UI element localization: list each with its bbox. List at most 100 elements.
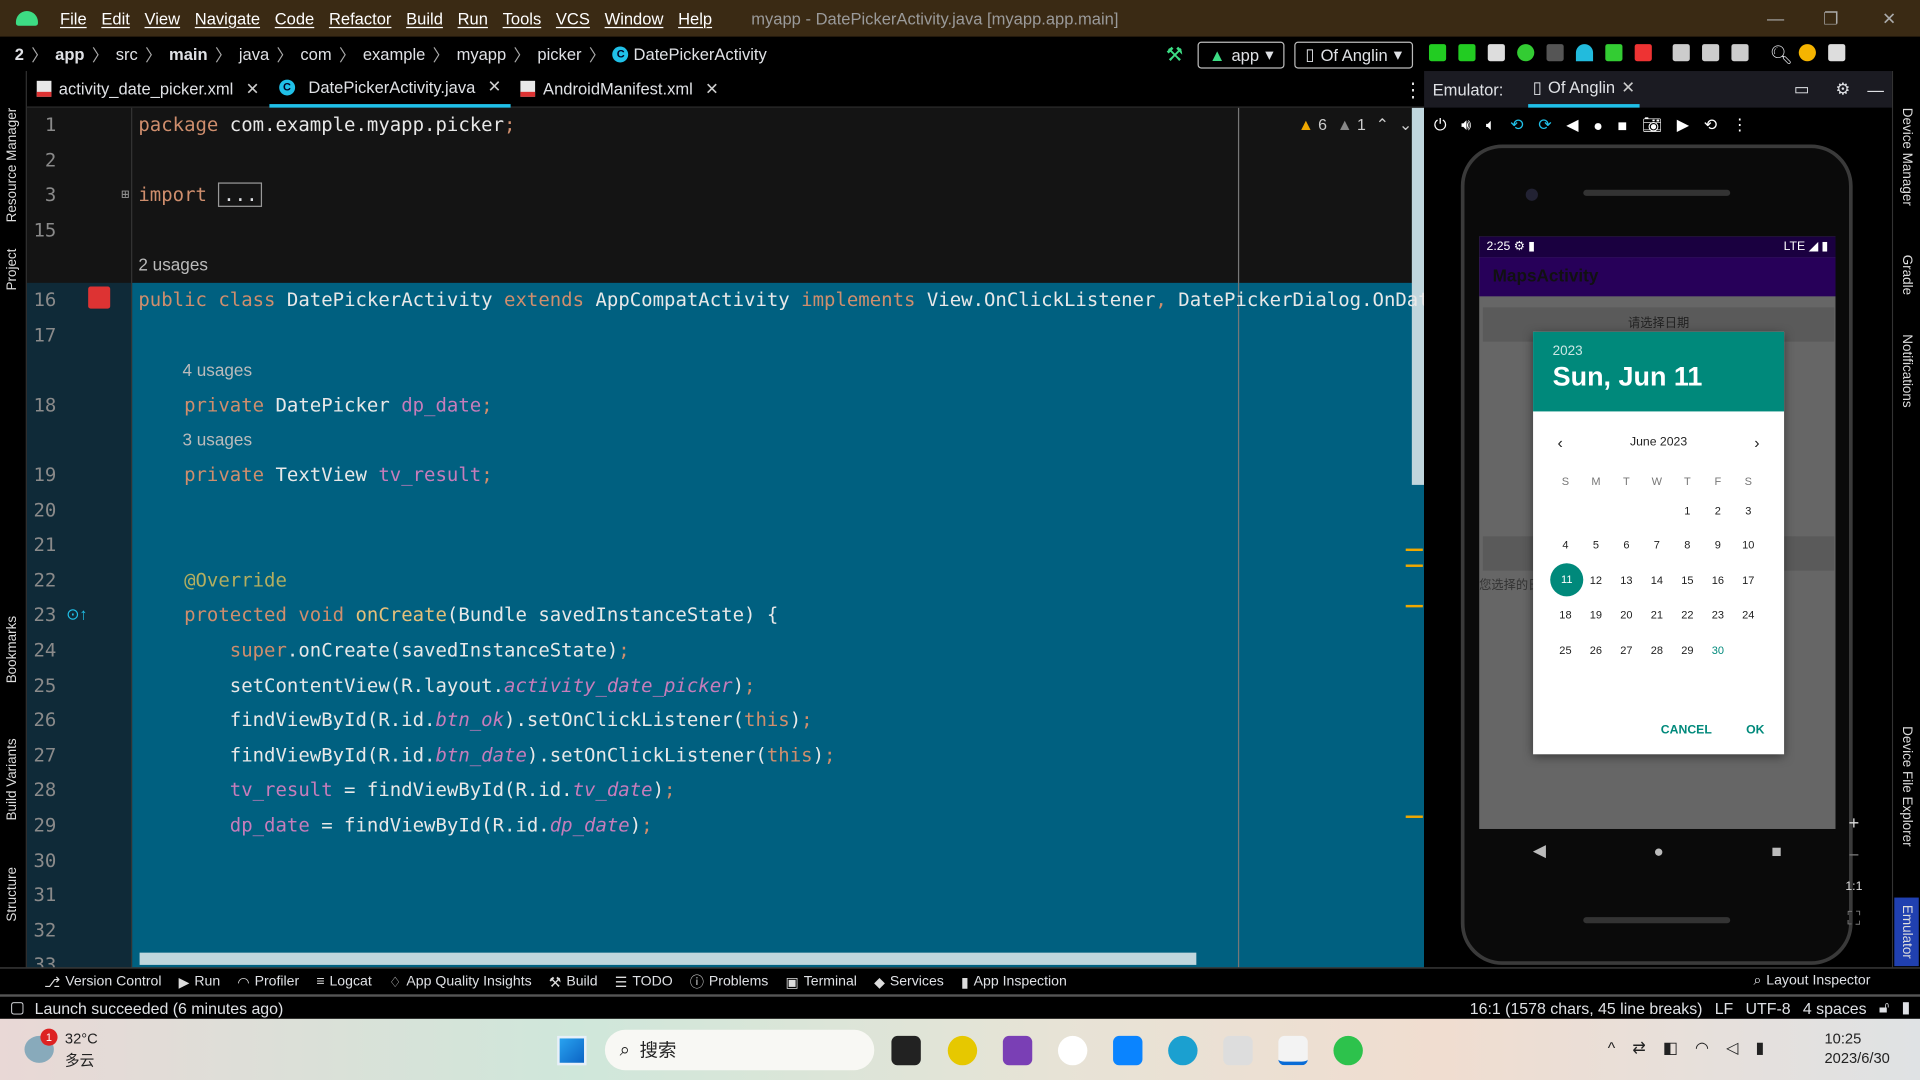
calendar-day[interactable]: 15 (1672, 563, 1702, 598)
calendar-day[interactable]: 17 (1733, 563, 1763, 598)
menu-help[interactable]: Help (678, 9, 712, 27)
search-icon[interactable]: 🔍︎ (1769, 44, 1792, 66)
tool-problems[interactable]: ⓘ Problems (690, 972, 768, 992)
calendar-day[interactable]: 10 (1733, 528, 1763, 563)
calendar-day[interactable]: 26 (1581, 633, 1611, 668)
tab-androidmanifest-xml[interactable]: AndroidManifest.xml ✕ (511, 70, 729, 107)
temperature[interactable]: 32°C (65, 1030, 98, 1047)
menu-window[interactable]: Window (605, 9, 664, 27)
breadcrumb-item[interactable]: main (169, 45, 208, 63)
breadcrumb-item[interactable]: example (363, 45, 425, 63)
breadcrumb-item[interactable]: myapp (457, 45, 507, 63)
apply-changes-icon[interactable] (1429, 44, 1447, 62)
back-icon[interactable]: ◀ (1533, 840, 1546, 861)
taskbar-search[interactable]: ⌕ 搜索 (604, 1029, 875, 1071)
phone-link-icon[interactable] (1113, 1035, 1143, 1066)
tool-window-resource-manager[interactable]: Resource Manager (5, 108, 20, 223)
tool-window-notifications[interactable]: Notifications (1899, 334, 1914, 407)
update-icon[interactable] (1798, 44, 1817, 62)
menu-vcs[interactable]: VCS (556, 9, 590, 27)
calendar-day[interactable]: 12 (1581, 563, 1611, 598)
tool-version-control[interactable]: ⎇ Version Control (44, 973, 161, 990)
volume-up-icon[interactable]: 🔊︎ (1461, 115, 1471, 135)
account-avatar[interactable] (1828, 44, 1846, 62)
run-config-dropdown[interactable]: ▲ app ▾ (1197, 41, 1285, 69)
build-hammer-icon[interactable]: ⚒ (1166, 43, 1184, 67)
phone-screen[interactable]: 2:25 ⚙ ▮ LTE ◢ ▮ MapsActivity 请选择日期 您选择的日… (1479, 236, 1836, 829)
calendar-day[interactable]: 4 (1550, 528, 1580, 563)
weather-text[interactable]: 多云 (65, 1049, 94, 1070)
fit-screen-icon[interactable]: ⛶ (1840, 904, 1867, 936)
picker-year[interactable]: 2023 (1553, 344, 1765, 359)
tool-window-device-manager[interactable]: Device Manager (1899, 108, 1914, 206)
home-icon[interactable]: ● (1654, 841, 1664, 861)
breadcrumb-item[interactable]: picker (537, 45, 581, 63)
tool-window-emulator[interactable]: Emulator (1894, 897, 1919, 967)
close-icon[interactable]: ✕ (705, 79, 719, 99)
rotate-left-icon[interactable]: ⟲ (1510, 115, 1523, 135)
stop-icon[interactable] (1634, 44, 1652, 62)
close-window-button[interactable]: ✕ (1882, 9, 1896, 30)
device-manager-icon[interactable] (1702, 44, 1720, 62)
caret-position[interactable]: 16:1 (1578 chars, 45 line breaks) (1470, 999, 1703, 1017)
breadcrumb-item[interactable]: app (55, 45, 84, 63)
calendar-day[interactable]: 29 (1672, 633, 1702, 668)
sync-icon[interactable] (1487, 44, 1505, 62)
tool-profiler[interactable]: ◠ Profiler (237, 973, 299, 990)
cancel-button[interactable]: CANCEL (1661, 724, 1712, 737)
start-icon[interactable] (557, 1035, 587, 1066)
overview-icon[interactable]: ■ (1771, 841, 1781, 861)
calendar-day[interactable]: 1 (1672, 493, 1702, 528)
calendar-day[interactable]: 11 (1550, 562, 1584, 598)
sdk-manager-icon[interactable] (1731, 44, 1749, 62)
minimize-panel-icon[interactable]: — (1867, 80, 1884, 98)
usages-link[interactable]: 2 usages (138, 255, 208, 275)
menu-tools[interactable]: Tools (503, 9, 542, 27)
status-toggle-icon[interactable]: ▢ (10, 998, 25, 1018)
calendar-day[interactable]: 3 (1733, 493, 1763, 528)
more-tabs-icon[interactable]: ⋮ (1403, 78, 1423, 102)
chevron-left-icon[interactable]: ‹ (1558, 433, 1563, 451)
snapshot-icon[interactable]: ⟲ (1704, 115, 1717, 135)
code-editor[interactable]: ▲ 6 ▲ 1 ⌃ ⌄ ⊙↑ 1 package com.example.myapp… (26, 107, 1425, 968)
tool-todo[interactable]: ☰ TODO (615, 973, 673, 990)
system-tray-icons[interactable]: ^⇄◧◠◁▮ (1608, 1038, 1782, 1058)
calendar-day[interactable]: 23 (1703, 598, 1733, 633)
home-icon[interactable]: ● (1593, 116, 1603, 134)
more-icon[interactable]: ⋮ (1732, 115, 1748, 135)
calendar-day[interactable]: 25 (1550, 633, 1580, 668)
tool-window-device-file-explorer[interactable]: Device File Explorer (1899, 726, 1914, 847)
tool-build[interactable]: ⚒ Build (549, 973, 598, 990)
debug-icon[interactable] (1517, 44, 1535, 62)
calendar-day[interactable]: 5 (1581, 528, 1611, 563)
fold-icon[interactable]: ⊞ (121, 178, 129, 213)
tool-terminal[interactable]: ▣ Terminal (785, 973, 856, 990)
calendar-day[interactable]: 16 (1703, 563, 1733, 598)
file-encoding[interactable]: UTF-8 (1746, 999, 1791, 1017)
gear-icon[interactable]: ⚙ (1836, 80, 1851, 100)
calendar-day[interactable]: 14 (1642, 563, 1672, 598)
usages-link[interactable]: 4 usages (182, 360, 252, 380)
emulator-tab[interactable]: ▯ Of Anglin ✕ (1527, 71, 1640, 108)
minimize-button[interactable]: — (1767, 9, 1784, 29)
calendar-day[interactable]: 22 (1672, 598, 1702, 633)
menu-navigate[interactable]: Navigate (195, 9, 260, 27)
calendar-day[interactable]: 18 (1550, 598, 1580, 633)
wechat-icon[interactable] (1333, 1035, 1363, 1066)
app-icon[interactable] (1223, 1035, 1253, 1066)
window-layout-icon[interactable]: ▭ (1794, 80, 1810, 100)
lock-icon[interactable]: 🔓︎ (1879, 998, 1889, 1018)
zoom-in-icon[interactable]: + (1840, 808, 1867, 840)
tool-logcat[interactable]: ≡ Logcat (316, 974, 371, 989)
actual-size-icon[interactable]: 1:1 (1840, 872, 1867, 904)
tool-window-build-variants[interactable]: Build Variants (5, 738, 20, 820)
breadcrumb-item[interactable]: src (116, 45, 138, 63)
calendar-day[interactable]: 6 (1611, 528, 1641, 563)
menu-view[interactable]: View (145, 9, 181, 27)
task-view-icon[interactable] (891, 1035, 921, 1066)
attach-debugger-icon[interactable] (1605, 44, 1623, 62)
calendar-day[interactable]: 20 (1611, 598, 1641, 633)
calendar-day[interactable]: 24 (1733, 598, 1763, 633)
menu-refactor[interactable]: Refactor (329, 9, 391, 27)
restore-button[interactable]: ❐ (1823, 9, 1838, 30)
